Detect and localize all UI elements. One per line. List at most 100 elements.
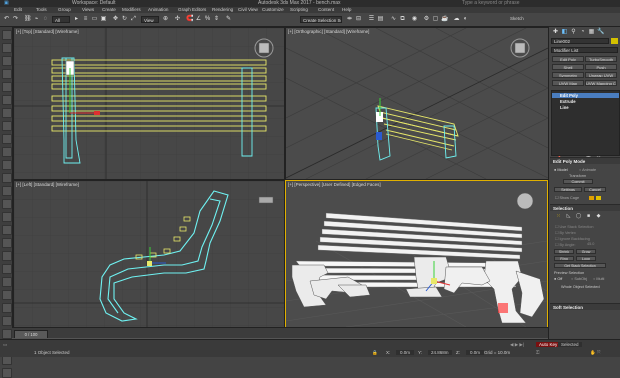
menu-customize[interactable]: Customize	[262, 7, 284, 12]
render-production-icon[interactable]: ☕	[441, 16, 448, 23]
viewport-label-perspective[interactable]: [+] [Perspective] [User Defined] [Edged …	[288, 182, 381, 187]
menu-rendering[interactable]: Rendering	[212, 7, 233, 12]
commit-button[interactable]: Commit	[563, 179, 593, 184]
tool-icon[interactable]	[2, 108, 12, 118]
rotate-icon[interactable]: ↻	[121, 16, 128, 23]
tool-icon[interactable]	[2, 368, 12, 378]
curve-editor-icon[interactable]: ∿	[390, 16, 397, 23]
z-coord-field[interactable]: 0.0m	[466, 350, 485, 355]
tool-icon[interactable]	[2, 30, 12, 40]
shrink-button[interactable]: Shrink	[554, 249, 574, 254]
menu-animation[interactable]: Animation	[148, 7, 168, 12]
viewport-label-orthographic[interactable]: [+] [Orthographic] [Standard] [Wireframe…	[288, 29, 369, 34]
by-vertex-checkbox[interactable]: ☐ By Vertex	[555, 230, 576, 235]
uvw-mapping-clear-button[interactable]: UVW Mapping Clear	[585, 80, 617, 86]
align-icon[interactable]: ⊟	[355, 16, 362, 23]
viewport-orthographic[interactable]: [+] [Orthographic] [Standard] [Wireframe…	[285, 27, 549, 180]
lock-selection-icon[interactable]: 🔒	[372, 350, 378, 356]
sketch-label[interactable]: Sketch	[510, 16, 524, 21]
select-by-name-icon[interactable]: ≡	[82, 16, 89, 23]
rollout-edit-poly-mode[interactable]: Edit Poly Mode	[550, 157, 620, 164]
maxscript-listener-icon[interactable]: ▭	[3, 342, 7, 348]
viewport-label-left[interactable]: [+] [Left] [Standard] [Wireframe]	[16, 182, 79, 187]
select-object-icon[interactable]: ▸	[73, 16, 80, 23]
menu-views[interactable]: Views	[82, 7, 94, 12]
workspace-selector[interactable]: Workspace: Default	[72, 0, 116, 6]
menu-scripting[interactable]: Scripting	[290, 7, 308, 12]
tool-icon[interactable]	[2, 186, 12, 196]
move-icon[interactable]: ✥	[112, 16, 119, 23]
select-and-manipulate-icon[interactable]: ✣	[174, 16, 181, 23]
render-environment-icon[interactable]: ◐	[462, 16, 469, 23]
tool-icon[interactable]	[2, 95, 12, 105]
grow-button[interactable]: Grow	[576, 249, 596, 254]
vertex-mode-icon[interactable]: ⁙	[555, 213, 562, 220]
y-coord-field[interactable]: 24.868m	[428, 350, 452, 355]
cage-color-swatch[interactable]	[589, 196, 594, 200]
search-input[interactable]: Type a keyword or phrase	[462, 0, 520, 6]
preview-subobj-radio[interactable]: ○ SubObj	[571, 277, 587, 281]
loop-button[interactable]: Loop	[576, 256, 596, 261]
material-editor-icon[interactable]: ◉	[411, 16, 418, 23]
stack-item-extrude[interactable]: Extrude	[552, 99, 619, 104]
ring-button[interactable]: Ring	[554, 256, 574, 261]
preview-multi-radio[interactable]: ○ Multi	[593, 277, 604, 281]
menu-content[interactable]: Content	[318, 7, 334, 12]
use-stack-selection-checkbox[interactable]: ☐ Use Stack Selection	[555, 224, 593, 229]
element-mode-icon[interactable]: ◆	[595, 213, 602, 220]
reference-coordinate-dropdown[interactable]: View	[141, 16, 159, 23]
tool-icon[interactable]	[2, 160, 12, 170]
tool-icon[interactable]	[2, 303, 12, 313]
percent-snap-icon[interactable]: %	[204, 16, 211, 23]
symmetry-button[interactable]: Symmetry	[552, 72, 584, 78]
redo-icon[interactable]: ↷	[12, 16, 19, 23]
tool-icon[interactable]	[2, 173, 12, 183]
edge-mode-icon[interactable]: ◺	[565, 213, 572, 220]
auto-key-button[interactable]: Auto Key	[536, 342, 561, 347]
uvw-map-button[interactable]: UVW Map	[552, 80, 584, 86]
object-name-field[interactable]: Line002	[551, 38, 609, 44]
viewport-top[interactable]: [+] [Top] [Standard] [Wireframe]	[13, 27, 285, 180]
stack-item-line[interactable]: Line	[552, 105, 619, 110]
object-color-swatch[interactable]	[611, 38, 618, 44]
set-key-icon[interactable]: ⚿	[536, 350, 539, 355]
tool-icon[interactable]	[2, 316, 12, 326]
snaps-toggle-icon[interactable]: 🧲	[186, 16, 193, 23]
menu-create[interactable]: Create	[102, 7, 116, 12]
edit-poly-button[interactable]: Edit Poly	[552, 56, 584, 62]
scale-icon[interactable]: ⤢	[130, 16, 137, 23]
push-button[interactable]: Push	[585, 64, 617, 70]
by-angle-value[interactable]: 45.0	[587, 242, 594, 246]
create-tab-icon[interactable]: ✚	[552, 29, 559, 36]
tool-icon[interactable]	[2, 121, 12, 131]
unwrap-uvw-button[interactable]: Unwrap UVW	[585, 72, 617, 78]
preview-off-radio[interactable]: ● Off	[554, 277, 562, 281]
modifier-list-dropdown[interactable]: Modifier List	[551, 47, 618, 53]
menu-help[interactable]: Help	[342, 7, 351, 12]
playback-controls-icon[interactable]: ◀ ▶ ▶|	[510, 342, 524, 348]
hierarchy-tab-icon[interactable]: ⚲	[570, 29, 577, 36]
viewport-perspective[interactable]: [+] [Perspective] [User Defined] [Edged …	[285, 180, 548, 328]
polygon-mode-icon[interactable]: ■	[585, 213, 592, 220]
angle-snap-icon[interactable]: ∠	[195, 16, 202, 23]
viewport-navigation-icon[interactable]: ✋ ⤧	[590, 350, 600, 356]
utilities-tab-icon[interactable]: 🔧	[597, 29, 604, 36]
rollout-soft-selection[interactable]: Soft Selection	[550, 303, 620, 310]
viewport-left[interactable]: [+] [Left] [Standard] [Wireframe]	[13, 180, 285, 329]
radio-animate[interactable]: ○ Animate	[579, 168, 596, 172]
menu-graph-editors[interactable]: Graph Editors	[178, 7, 206, 12]
menu-civil-view[interactable]: Civil View	[238, 7, 258, 12]
spinner-snap-icon[interactable]: ⇕	[213, 16, 220, 23]
menu-edit[interactable]: Edit	[14, 7, 22, 12]
rollout-selection[interactable]: Selection	[550, 204, 620, 211]
edit-named-selection-icon[interactable]: ✎	[225, 16, 232, 23]
tool-icon[interactable]	[2, 329, 12, 339]
undo-icon[interactable]: ↶	[3, 16, 10, 23]
window-crossing-icon[interactable]: ▣	[100, 16, 107, 23]
tool-icon[interactable]	[2, 264, 12, 274]
shell-button[interactable]: Shell	[552, 64, 584, 70]
menu-group[interactable]: Group	[58, 7, 71, 12]
border-mode-icon[interactable]: ◯	[575, 213, 582, 220]
tool-icon[interactable]	[2, 82, 12, 92]
cage-selected-color-swatch[interactable]	[596, 196, 601, 200]
